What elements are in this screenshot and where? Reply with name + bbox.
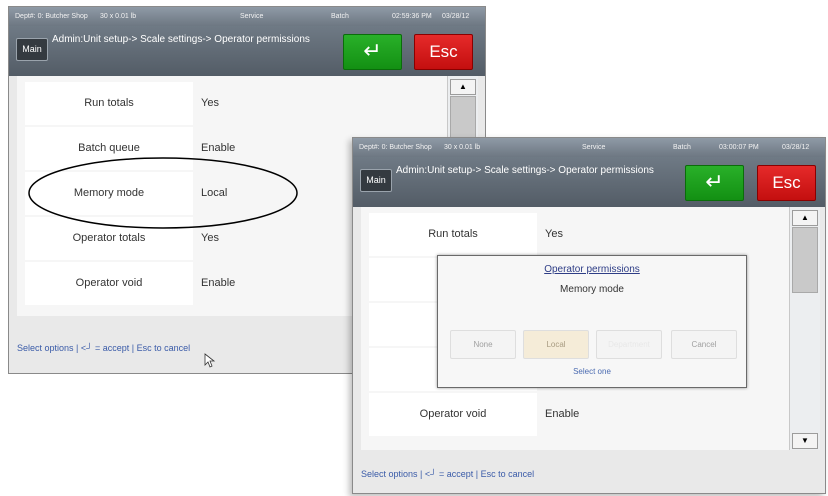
scroll-down-icon[interactable]: ▼: [792, 433, 818, 449]
mouse-cursor-icon: [204, 353, 216, 368]
scale-capacity: 30 x 0.01 lb: [100, 13, 137, 20]
enter-icon: ↵: [363, 38, 382, 63]
enter-icon: ↵: [705, 169, 724, 194]
header-bar: Main Admin:Unit setup-> Scale settings->…: [9, 26, 485, 76]
scale-capacity: 30 x 0.01 lb: [444, 144, 481, 151]
dialog-title: Operator permissions: [544, 264, 640, 275]
setting-value: Enable: [201, 277, 236, 289]
setting-label: Run totals: [25, 82, 193, 125]
dialog-subtitle: Memory mode: [560, 284, 624, 295]
memory-mode-dialog: Operator permissions Memory mode None Lo…: [437, 255, 747, 388]
scroll-thumb[interactable]: [792, 227, 818, 293]
breadcrumb: Admin:Unit setup-> Scale settings-> Oper…: [52, 34, 310, 45]
status-bar: Dept#: 0: Butcher Shop 30 x 0.01 lb Serv…: [9, 7, 485, 26]
option-department-button[interactable]: Department: [596, 330, 662, 359]
batch-label: Batch: [673, 144, 691, 151]
highlight-ellipse: [28, 157, 298, 229]
setting-row[interactable]: Run totals Yes: [369, 213, 789, 256]
main-button[interactable]: Main: [16, 38, 48, 61]
scroll-up-icon[interactable]: ▲: [450, 79, 476, 95]
status-bar: Dept#: 0: Butcher Shop 30 x 0.01 lb Serv…: [353, 138, 825, 157]
footer-hint: Select options | <┘ = accept | Esc to ca…: [361, 469, 535, 479]
enter-button[interactable]: ↵: [685, 165, 744, 201]
mode-label: Service: [582, 144, 606, 151]
mode-label: Service: [240, 13, 264, 20]
option-cancel-button[interactable]: Cancel: [671, 330, 737, 359]
clock-date: 03/28/12: [442, 13, 470, 20]
main-button[interactable]: Main: [360, 169, 392, 192]
setting-row[interactable]: Operator void Enable: [369, 393, 789, 436]
clock-time: 03:00:07 PM: [719, 144, 759, 151]
setting-value: Enable: [545, 408, 580, 420]
scale-screen-after: Dept#: 0: Butcher Shop 30 x 0.01 lb Serv…: [352, 137, 826, 494]
esc-button[interactable]: Esc: [414, 34, 473, 70]
option-none-button[interactable]: None: [450, 330, 516, 359]
dept-label: Dept#: 0: Butcher Shop: [15, 13, 88, 20]
dialog-hint: Select one: [573, 367, 611, 376]
enter-button[interactable]: ↵: [343, 34, 402, 70]
option-local-button[interactable]: Local: [523, 330, 589, 359]
setting-row[interactable]: Run totals Yes: [25, 82, 445, 125]
setting-label: Run totals: [369, 213, 537, 256]
clock-time: 02:59:36 PM: [392, 13, 432, 20]
batch-label: Batch: [331, 13, 349, 20]
setting-label: Operator void: [25, 262, 193, 305]
breadcrumb: Admin:Unit setup-> Scale settings-> Oper…: [396, 165, 654, 176]
setting-value: Yes: [545, 228, 563, 240]
clock-date: 03/28/12: [782, 144, 810, 151]
setting-value: Yes: [201, 97, 219, 109]
setting-label: Operator void: [369, 393, 537, 436]
dept-label: Dept#: 0: Butcher Shop: [359, 144, 432, 151]
header-bar: Main Admin:Unit setup-> Scale settings->…: [353, 157, 825, 207]
esc-button[interactable]: Esc: [757, 165, 816, 201]
scroll-up-icon[interactable]: ▲: [792, 210, 818, 226]
scrollbar[interactable]: ▲ ▼: [789, 207, 820, 450]
